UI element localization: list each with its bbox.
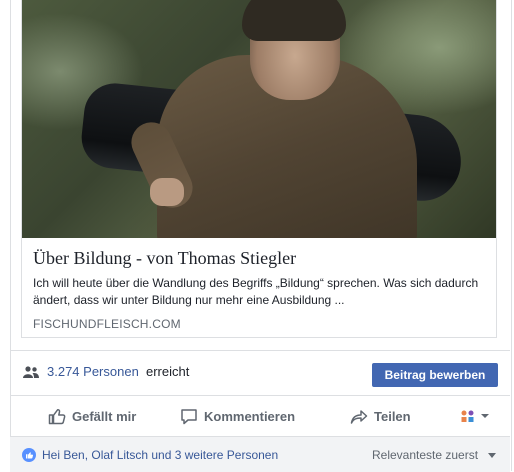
like-button[interactable]: Gefällt mir xyxy=(48,396,136,436)
link-description: Ich will heute über die Wandlung des Beg… xyxy=(33,276,479,307)
people-icon xyxy=(23,366,39,378)
link-preview-image[interactable] xyxy=(22,0,496,238)
boost-post-button[interactable]: Beitrag bewerben xyxy=(372,363,498,387)
avatar-icon xyxy=(461,410,474,422)
post-actions: Gefällt mir Kommentieren Teilen xyxy=(10,395,510,436)
reaction-audience-selector[interactable] xyxy=(460,406,496,426)
link-domain: FISCHUNDFLEISCH.COM xyxy=(33,317,181,331)
like-label: Gefällt mir xyxy=(72,408,137,424)
reactors-bar: Hei Ben, Olaf Litsch und 3 weitere Perso… xyxy=(10,436,510,472)
comment-icon xyxy=(181,408,197,424)
share-button[interactable]: Teilen xyxy=(350,396,411,436)
link-preview-card[interactable]: Über Bildung - von Thomas Stiegler Ich w… xyxy=(21,0,497,338)
share-label: Teilen xyxy=(374,408,411,424)
reactors-summary-link[interactable]: Hei Ben, Olaf Litsch und 3 weitere Perso… xyxy=(42,448,278,462)
comment-label: Kommentieren xyxy=(204,408,296,424)
reach-bar: 3.274 Personen erreicht Beitrag bewerben xyxy=(10,350,510,396)
link-title[interactable]: Über Bildung - von Thomas Stiegler xyxy=(33,248,489,269)
comment-button[interactable]: Kommentieren xyxy=(180,396,295,436)
like-reaction-icon xyxy=(22,448,36,462)
hair-shape xyxy=(242,0,346,41)
chevron-down-icon[interactable] xyxy=(488,453,496,458)
share-arrow-icon xyxy=(350,409,368,424)
comment-sort-dropdown[interactable]: Relevanteste zuerst xyxy=(372,448,478,462)
reach-count-link[interactable]: 3.274 Personen xyxy=(47,364,139,379)
chevron-down-icon xyxy=(481,414,489,418)
reach-suffix: erreicht xyxy=(146,364,190,379)
thumbs-up-icon xyxy=(48,408,66,424)
hand-shape xyxy=(150,178,184,206)
